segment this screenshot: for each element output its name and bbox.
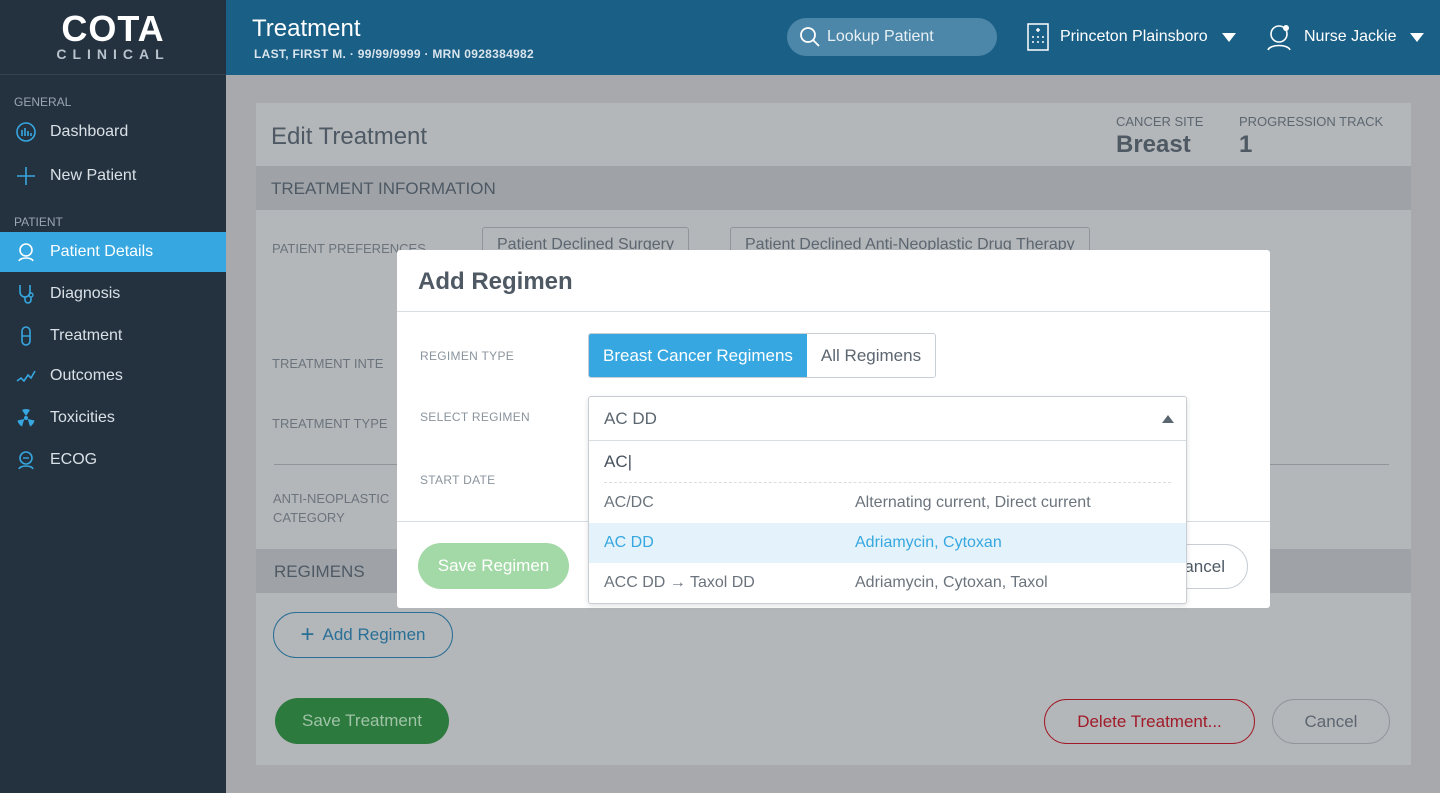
sidebar-item-label: Diagnosis	[50, 285, 121, 302]
selected-regimen[interactable]: AC DD	[589, 397, 1186, 441]
section-title: REGIMENS	[274, 562, 365, 581]
anti-neoplastic-label: ANTI-NEOPLASTIC	[273, 491, 390, 506]
hospital-selector[interactable]: Princeton Plainsboro	[1026, 20, 1236, 54]
chevron-down-icon	[1221, 32, 1236, 42]
treatment-info-header: TREATMENT INFORMATION	[256, 166, 1411, 210]
card-title: Edit Treatment	[271, 123, 428, 150]
regimen-option-name: AC/DC	[604, 494, 654, 511]
sidebar-item-toxicities[interactable]: Toxicities	[0, 398, 226, 438]
anti-neoplastic-category-label: CATEGORY	[273, 510, 345, 525]
add-regimen-button[interactable]: + Add Regimen	[273, 612, 453, 658]
hospital-name: Princeton Plainsboro	[1060, 28, 1208, 45]
person-badge-icon	[14, 448, 38, 472]
save-regimen-button[interactable]: Save Regimen	[418, 543, 569, 589]
cancel-treatment-button[interactable]: Cancel	[1272, 699, 1390, 744]
breast-cancer-regimens-tab[interactable]: Breast Cancer Regimens	[589, 334, 807, 377]
sidebar-item-label: New Patient	[50, 167, 137, 184]
sidebar-item-new-patient[interactable]: New Patient	[0, 156, 226, 196]
cancer-site-value: Breast	[1116, 131, 1191, 158]
page-title: Treatment	[252, 15, 361, 42]
chevron-up-icon[interactable]	[1162, 415, 1174, 423]
sidebar-item-patient-details[interactable]: Patient Details	[0, 232, 226, 272]
start-date-label: START DATE	[420, 473, 496, 487]
selected-regimen-value: AC DD	[604, 408, 657, 428]
lookup-patient-input[interactable]: Lookup Patient	[787, 18, 997, 56]
sidebar-item-label: Dashboard	[50, 123, 129, 140]
plus-icon	[14, 164, 38, 188]
sidebar-item-label: Toxicities	[50, 409, 115, 426]
cancer-site-label: CANCER SITE	[1116, 114, 1204, 129]
regimen-type-toggle: Breast Cancer Regimens All Regimens	[588, 333, 937, 378]
plus-icon: +	[300, 621, 315, 648]
regimen-option-desc: Alternating current, Direct current	[855, 494, 1091, 511]
pill-icon	[14, 324, 38, 348]
cota-logo[interactable]: COTA CLINICAL	[0, 0, 226, 75]
sidebar-item-label: ECOG	[50, 451, 98, 468]
select-regimen-dropdown[interactable]: AC DD AC| AC/DC Alternating current, Dir…	[588, 396, 1187, 604]
delete-treatment-button[interactable]: Delete Treatment...	[1044, 699, 1255, 744]
trend-line-icon	[14, 364, 38, 388]
user-avatar-icon	[1267, 25, 1291, 51]
progression-track-value: 1	[1239, 131, 1253, 158]
regimen-option-desc: Adriamycin, Cytoxan, Taxol	[855, 574, 1048, 591]
regimen-option-highlighted[interactable]: AC DD Adriamycin, Cytoxan	[589, 523, 1186, 563]
sidebar-item-ecog[interactable]: ECOG	[0, 440, 226, 480]
user-name: Nurse Jackie	[1304, 28, 1397, 45]
top-bar: Treatment LAST, FIRST M. · 99/99/9999 · …	[226, 0, 1440, 75]
regimen-option[interactable]: ACC DD → Taxol DD Adriamycin, Cytoxan, T…	[589, 563, 1186, 603]
radiation-icon	[14, 406, 38, 430]
patient-summary: LAST, FIRST M. · 99/99/9999 · MRN 092838…	[254, 47, 534, 61]
regimen-search-input[interactable]: AC|	[604, 441, 1171, 483]
user-menu[interactable]: Nurse Jackie	[1264, 20, 1425, 54]
save-treatment-button[interactable]: Save Treatment	[275, 698, 449, 744]
progression-track-label: PROGRESSION TRACK	[1239, 114, 1384, 129]
treatment-intent-label: TREATMENT INTE	[272, 356, 384, 371]
section-title: TREATMENT INFORMATION	[271, 179, 496, 198]
search-icon	[800, 27, 820, 47]
sidebar-item-dashboard[interactable]: Dashboard	[0, 112, 226, 152]
sidebar-item-label: Patient Details	[50, 243, 154, 260]
stethoscope-icon	[14, 282, 38, 306]
regimen-option[interactable]: AC/DC Alternating current, Direct curren…	[589, 483, 1186, 523]
hospital-building-icon	[1027, 23, 1049, 51]
select-regimen-label: SELECT REGIMEN	[420, 410, 531, 424]
sidebar: COTA CLINICAL GENERAL Dashboard New Pati…	[0, 0, 226, 793]
sidebar-item-label: Treatment	[50, 327, 123, 344]
modal-title: Add Regimen	[397, 250, 1270, 312]
nav-section-patient: PATIENT	[14, 215, 63, 229]
lookup-placeholder: Lookup Patient	[827, 28, 934, 45]
regimen-option-name: AC DD	[604, 534, 654, 551]
sidebar-item-treatment[interactable]: Treatment	[0, 316, 226, 356]
all-regimens-tab[interactable]: All Regimens	[806, 334, 936, 377]
add-regimen-label: Add Regimen	[322, 625, 426, 644]
person-icon	[14, 240, 38, 264]
treatment-type-label: TREATMENT TYPE	[272, 416, 388, 431]
chevron-down-icon	[1410, 32, 1425, 42]
logo-main-text: COTA	[61, 8, 165, 49]
nav-section-general: GENERAL	[14, 95, 72, 109]
regimen-option-desc: Adriamycin, Cytoxan	[855, 534, 1002, 551]
regimen-type-label: REGIMEN TYPE	[420, 349, 515, 363]
regimen-option-name: ACC DD → Taxol DD	[604, 574, 755, 591]
sidebar-item-outcomes[interactable]: Outcomes	[0, 356, 226, 396]
sidebar-item-label: Outcomes	[50, 367, 123, 384]
sidebar-item-diagnosis[interactable]: Diagnosis	[0, 274, 226, 314]
chart-circle-icon	[14, 120, 38, 144]
logo-sub-text: CLINICAL	[56, 46, 170, 62]
